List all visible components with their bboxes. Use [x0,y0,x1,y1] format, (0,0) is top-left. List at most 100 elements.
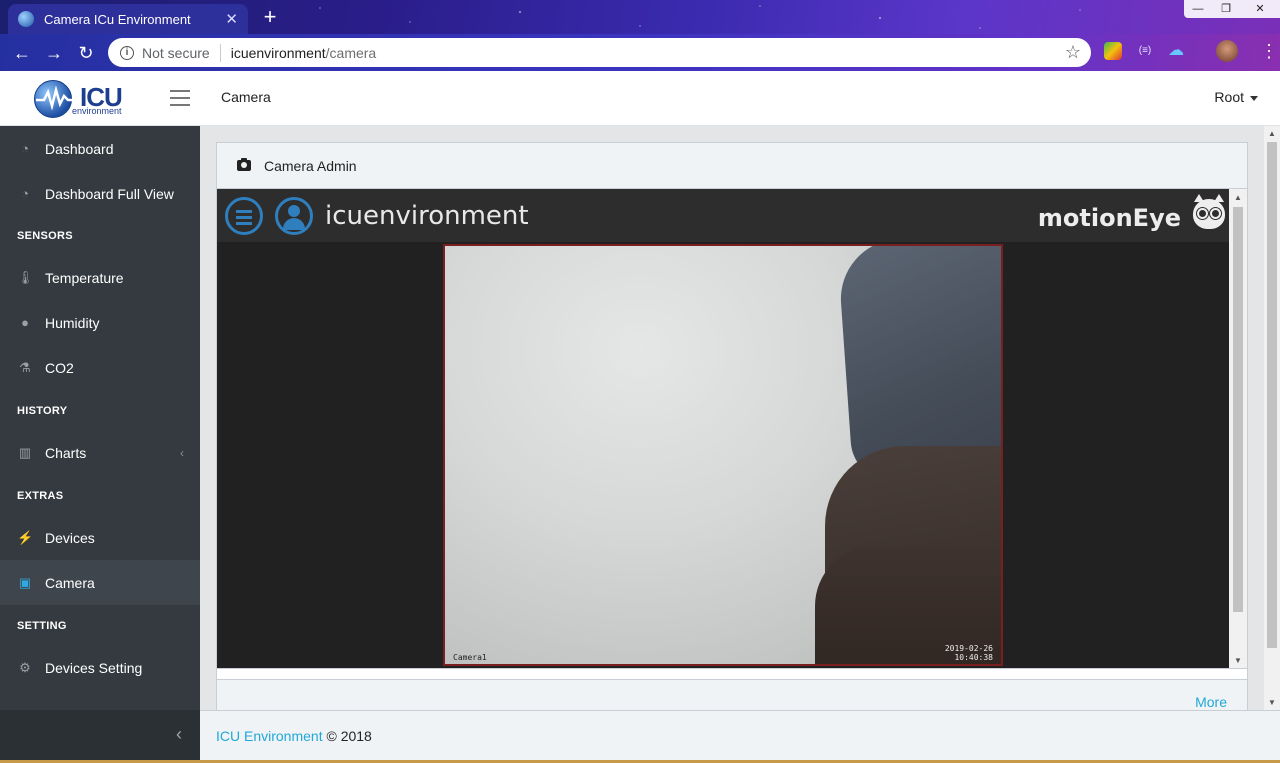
section-title-history: HISTORY [17,405,68,417]
sidebar-item-label: Humidity [45,314,100,331]
footer-link[interactable]: ICU Environment [216,728,323,744]
sidebar-item-dashboard-full-view[interactable]: ◔ Dashboard Full View [0,171,200,216]
tab-title: Camera ICu Environment [44,11,191,27]
info-icon[interactable]: i [120,45,134,60]
sidebar-item-label: Devices [45,529,95,546]
app-footer: ICU Environment © 2018 [200,710,1280,760]
close-window-button[interactable]: ✕ [1240,0,1280,18]
page-scrollbar[interactable]: ▲ ▼ [1264,126,1280,710]
sidebar-item-label: Charts [45,444,87,461]
camera-icon: ▣ [18,574,32,590]
timestamp-time: 10:40:38 [954,653,993,662]
camera-overlay-label: Camera1 [453,653,487,662]
icu-logo[interactable]: ICU environment [34,78,134,120]
window-controls: — ❐ ✕ [1184,0,1280,18]
flask-icon: ⚗ [19,359,31,375]
sidebar-item-dashboard[interactable]: ◔ Dashboard [0,126,200,171]
close-tab-icon[interactable]: ✕ [225,10,238,28]
page-title: Camera [221,89,271,105]
card-footer: More [217,679,1247,710]
chevron-left-icon: ‹ [180,445,184,460]
caret-down-icon [1250,95,1258,101]
motioneye-frame[interactable]: icuenvironment motionEye Camera1 2019-02… [217,189,1247,669]
gauge-icon: ◔ [21,141,29,156]
sidebar-footer: ‹ [0,710,200,763]
browser-tab[interactable]: Camera ICu Environment ✕ [8,4,248,34]
sidebar-item-humidity[interactable]: ● Humidity [0,300,200,345]
menu-icon[interactable] [225,197,263,235]
card-header: Camera Admin [217,143,1247,189]
extension-audio-icon[interactable]: (≡) [1136,42,1154,60]
url-path: /camera [325,44,377,61]
section-title-setting: SETTING [17,620,67,632]
scroll-down-icon[interactable]: ▼ [1268,698,1276,707]
cloud-icon[interactable]: ☁ [1168,42,1186,60]
scroll-up-icon[interactable]: ▲ [1234,193,1242,202]
gear-icon: ⚙ [19,659,31,675]
timestamp-date: 2019-02-26 [944,644,993,653]
profile-avatar[interactable] [1216,40,1238,62]
sidebar-item-label: Temperature [45,269,124,286]
sidebar-item-co2[interactable]: ⚗ CO2 [0,345,200,390]
extension-icons: (≡) ☁ ⋮ [1104,40,1278,62]
sidebar-item-temperature[interactable]: 🌡 Temperature [0,255,200,300]
frame-scrollbar[interactable]: ▲ ▼ [1229,189,1247,668]
minimize-button[interactable]: — [1184,0,1212,18]
back-arrow-icon[interactable]: ← [6,37,38,69]
app-header: ICU environment Camera Root [0,71,1280,126]
sidebar-item-camera[interactable]: ▣ Camera [0,560,200,605]
sidebar-toggle-icon[interactable] [170,90,190,106]
sidebar-item-label: Camera [45,574,95,591]
scroll-down-icon[interactable]: ▼ [1234,656,1242,665]
browser-titlebar: Camera ICu Environment ✕ + — ❐ ✕ [0,0,1280,34]
droplet-icon: ● [21,315,29,330]
user-icon[interactable] [275,197,313,235]
motioneye-host-name: icuenvironment [325,201,529,231]
address-separator [219,43,221,62]
browser-toolbar: ← → ↻ i Not secure icuenvironment/camera… [0,34,1280,71]
browser-menu-icon[interactable]: ⋮ [1260,42,1278,60]
forward-arrow-icon[interactable]: → [38,37,70,69]
security-label: Not secure [142,44,210,61]
camera-timestamp: 2019-02-26 10:40:38 [945,644,993,662]
sidebar-item-label: CO2 [45,359,74,376]
bar-chart-icon: ▥ [18,444,32,460]
more-link[interactable]: More [1195,694,1227,710]
thermometer-icon: 🌡 [17,269,34,285]
motioneye-brand: motionEye [1037,204,1181,232]
section-title-sensors: SENSORS [17,230,73,242]
motioneye-header: icuenvironment motionEye [217,189,1229,242]
favicon-icon [18,11,34,27]
user-dropdown[interactable]: Root [1214,89,1258,105]
sidebar-item-label: Devices Setting [45,659,143,676]
restore-button[interactable]: ❐ [1212,0,1240,18]
sidebar: ◔ Dashboard ◔ Dashboard Full View SENSOR… [0,126,200,763]
url-host: icuenvironment [230,44,326,61]
bookmark-star-icon[interactable]: ☆ [1065,42,1081,63]
sidebar-item-charts[interactable]: ▥ Charts ‹ [0,430,200,475]
logo-subtext: environment [72,106,122,116]
card-title: Camera Admin [264,157,357,174]
main-content: Camera Admin icuenvironment motionEye Ca… [200,126,1264,710]
scroll-up-icon[interactable]: ▲ [1268,129,1276,138]
user-name: Root [1214,89,1244,105]
section-title-extras: EXTRAS [17,490,64,502]
plug-icon: ⚡ [17,529,34,545]
footer-copyright: © 2018 [326,728,372,744]
reload-icon[interactable]: ↻ [70,37,102,69]
scroll-thumb[interactable] [1233,207,1243,612]
camera-card: Camera Admin icuenvironment motionEye Ca… [216,142,1248,710]
address-bar[interactable]: i Not secure icuenvironment/camera ☆ [108,38,1091,67]
sidebar-item-devices-setting[interactable]: ⚙ Devices Setting [0,645,200,690]
collapse-sidebar-icon[interactable]: ‹ [176,724,182,745]
camera-stream[interactable]: Camera1 2019-02-26 10:40:38 [443,244,1003,666]
sidebar-item-label: Dashboard Full View [45,185,174,202]
camera-icon [237,158,251,171]
gauge-icon: ◔ [21,186,29,201]
new-tab-button[interactable]: + [258,6,282,30]
sidebar-item-label: Dashboard [45,140,114,157]
sidebar-item-devices[interactable]: ⚡ Devices [0,515,200,560]
extension-puzzle-icon[interactable] [1104,42,1122,60]
owl-logo-icon [1193,194,1225,229]
scroll-thumb[interactable] [1267,142,1277,648]
